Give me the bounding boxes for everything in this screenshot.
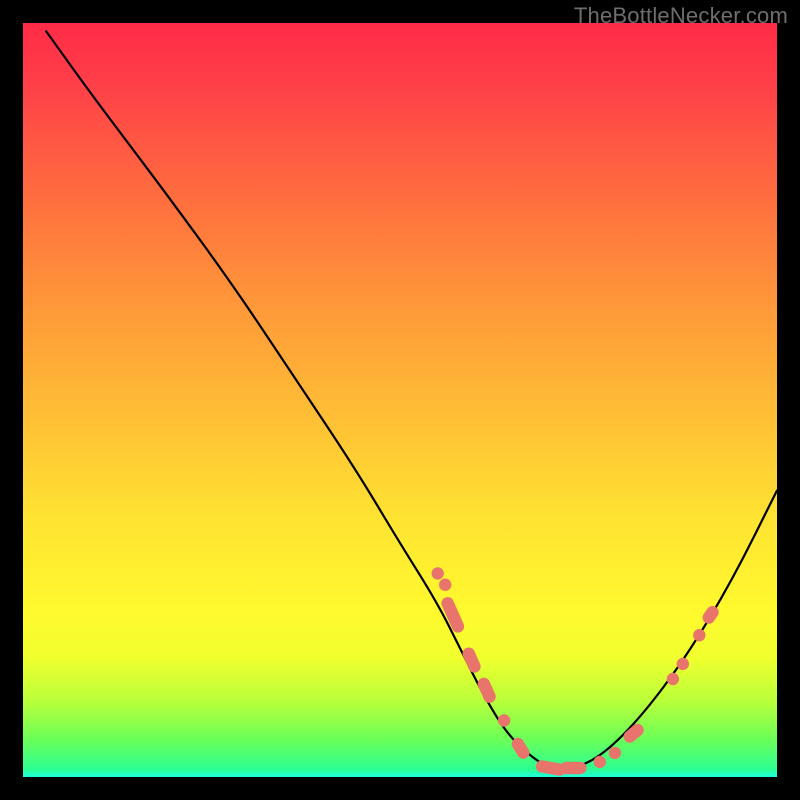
chart-plot-area (23, 23, 777, 777)
curve-marker-dot (432, 567, 444, 579)
curve-marker-pill (700, 604, 721, 627)
chart-svg (23, 23, 777, 777)
curve-marker-pill (560, 762, 586, 774)
curve-marker-pill (461, 646, 483, 675)
curve-marker-pill (476, 676, 498, 705)
curve-markers (432, 567, 722, 777)
curve-marker-dot (498, 714, 510, 726)
curve-marker-dot (693, 629, 705, 641)
curve-marker-dot (439, 579, 451, 591)
curve-marker-dot (677, 658, 689, 670)
bottleneck-curve (46, 31, 777, 770)
watermark-text: TheBottleNecker.com (574, 3, 788, 29)
curve-marker-dot (594, 756, 606, 768)
curve-marker-dot (667, 673, 679, 685)
curve-marker-dot (609, 747, 621, 759)
